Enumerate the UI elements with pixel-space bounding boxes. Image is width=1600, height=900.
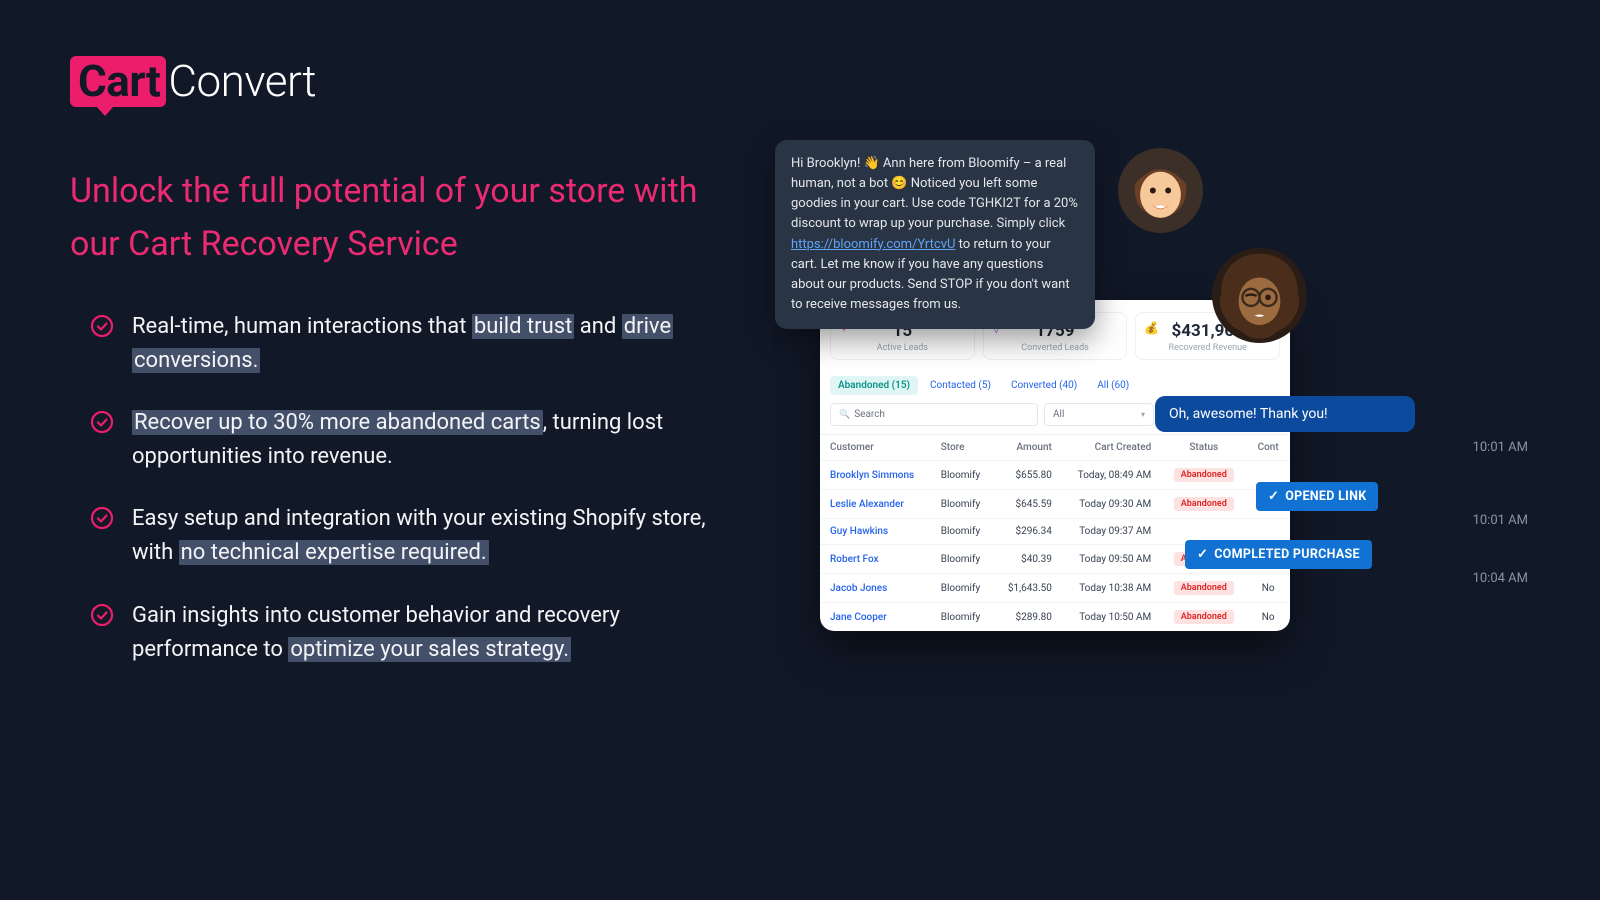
cell-customer[interactable]: Robert Fox — [820, 545, 931, 574]
feature-item: Gain insights into customer behavior and… — [90, 599, 740, 667]
stat-label: Converted Leads — [988, 343, 1123, 353]
customer-reply-time: 10:01 AM — [1473, 440, 1528, 455]
check-circle-icon — [90, 410, 114, 434]
agent-avatar — [1118, 148, 1203, 233]
cell-created: Today 10:50 AM — [1062, 603, 1161, 632]
table-row[interactable]: Leslie AlexanderBloomify$645.59Today 09:… — [820, 490, 1290, 519]
check-circle-icon — [90, 506, 114, 530]
check-circle-icon — [90, 603, 114, 627]
customer-reply-bubble: Oh, awesome! Thank you! — [1155, 396, 1415, 432]
filter-all-label: All — [1053, 409, 1064, 420]
col-cont: Cont — [1246, 435, 1290, 461]
cell-customer[interactable]: Jane Cooper — [820, 603, 931, 632]
col-cart-created: Cart Created — [1062, 435, 1161, 461]
agent-message-link[interactable]: https://bloomify.com/YrtcvU — [791, 237, 955, 252]
cell-status: Abandoned — [1161, 603, 1246, 632]
col-store: Store — [931, 435, 994, 461]
cell-store: Bloomify — [931, 490, 994, 519]
cell-customer[interactable]: Leslie Alexander — [820, 490, 931, 519]
money-icon: 💰 — [1144, 321, 1159, 335]
feature-list: Real-time, human interactions that build… — [90, 310, 740, 695]
cell-status: Abandoned — [1161, 490, 1246, 519]
cell-amount: $645.59 — [994, 490, 1062, 519]
cell-created: Today 09:30 AM — [1062, 490, 1161, 519]
check-icon: ✓ — [1197, 547, 1208, 562]
cell-store: Bloomify — [931, 574, 994, 603]
table-row[interactable]: Brooklyn SimmonsBloomify$655.80Today, 08… — [820, 461, 1290, 490]
table-header-row: Customer Store Amount Cart Created Statu… — [820, 435, 1290, 461]
cell-status: Abandoned — [1161, 461, 1246, 490]
customer-reply-text: Oh, awesome! Thank you! — [1169, 406, 1328, 422]
agent-message-pre: Hi Brooklyn! 👋 Ann here from Bloomify – … — [791, 156, 1078, 231]
event-opened-label: OPENED LINK — [1285, 489, 1366, 504]
table-row[interactable]: Jane CooperBloomify$289.80Today 10:50 AM… — [820, 603, 1290, 632]
search-input[interactable]: Search — [830, 403, 1038, 426]
feature-item: Recover up to 30% more abandoned carts, … — [90, 406, 740, 474]
cell-customer[interactable]: Jacob Jones — [820, 574, 931, 603]
cell-amount: $40.39 — [994, 545, 1062, 574]
cell-store: Bloomify — [931, 461, 994, 490]
cell-created: Today 10:38 AM — [1062, 574, 1161, 603]
cell-amount: $655.80 — [994, 461, 1062, 490]
cell-cont: No — [1246, 603, 1290, 632]
feature-item: Easy setup and integration with your exi… — [90, 502, 740, 570]
event-completed-label: COMPLETED PURCHASE — [1214, 547, 1360, 562]
filter-all-dropdown[interactable]: All ▾ — [1044, 403, 1154, 426]
stat-label: Recovered Revenue — [1140, 343, 1275, 353]
cell-created: Today 09:50 AM — [1062, 545, 1161, 574]
brand-part2: Convert — [168, 55, 316, 107]
check-icon: ✓ — [1268, 489, 1279, 504]
col-status: Status — [1161, 435, 1246, 461]
cell-store: Bloomify — [931, 519, 994, 545]
tab-all[interactable]: All (60) — [1089, 376, 1137, 395]
cell-amount: $289.80 — [994, 603, 1062, 632]
feature-text: Real-time, human interactions that build… — [132, 310, 740, 378]
leads-table: Customer Store Amount Cart Created Statu… — [820, 434, 1290, 631]
cell-status: Abandoned — [1161, 574, 1246, 603]
event-completed-purchase-pill: ✓ COMPLETED PURCHASE — [1185, 540, 1372, 569]
col-customer: Customer — [820, 435, 931, 461]
search-placeholder: Search — [854, 409, 885, 420]
event-opened-link-pill: ✓ OPENED LINK — [1256, 482, 1378, 511]
brand-part1: Cart — [70, 56, 166, 107]
feature-text: Easy setup and integration with your exi… — [132, 502, 740, 570]
chevron-down-icon: ▾ — [1141, 410, 1145, 419]
event-completed-time: 10:04 AM — [1473, 571, 1528, 586]
cell-customer[interactable]: Brooklyn Simmons — [820, 461, 931, 490]
page-headline: Unlock the full potential of your store … — [70, 165, 750, 270]
feature-text: Gain insights into customer behavior and… — [132, 599, 740, 667]
cell-customer[interactable]: Guy Hawkins — [820, 519, 931, 545]
leads-tabs: Abandoned (15) Contacted (5) Converted (… — [820, 370, 1290, 399]
feature-item: Real-time, human interactions that build… — [90, 310, 740, 378]
tab-converted[interactable]: Converted (40) — [1003, 376, 1085, 395]
cell-created: Today 09:37 AM — [1062, 519, 1161, 545]
check-circle-icon — [90, 314, 114, 338]
cell-store: Bloomify — [931, 545, 994, 574]
agent-message-bubble: Hi Brooklyn! 👋 Ann here from Bloomify – … — [775, 140, 1095, 329]
stat-label: Active Leads — [835, 343, 970, 353]
tab-contacted[interactable]: Contacted (5) — [922, 376, 999, 395]
cell-store: Bloomify — [931, 603, 994, 632]
customer-avatar — [1212, 248, 1307, 343]
event-opened-time: 10:01 AM — [1473, 513, 1528, 528]
cell-created: Today, 08:49 AM — [1062, 461, 1161, 490]
cell-amount: $296.34 — [994, 519, 1062, 545]
cell-cont: No — [1246, 574, 1290, 603]
feature-text: Recover up to 30% more abandoned carts, … — [132, 406, 740, 474]
brand-logo: CartConvert — [70, 55, 316, 107]
table-row[interactable]: Jacob JonesBloomify$1,643.50Today 10:38 … — [820, 574, 1290, 603]
col-amount: Amount — [994, 435, 1062, 461]
cell-amount: $1,643.50 — [994, 574, 1062, 603]
dashboard-panel: ✦ 15 Active Leads ▽ 1759 Converted Leads… — [820, 300, 1290, 631]
tab-abandoned[interactable]: Abandoned (15) — [830, 376, 918, 395]
